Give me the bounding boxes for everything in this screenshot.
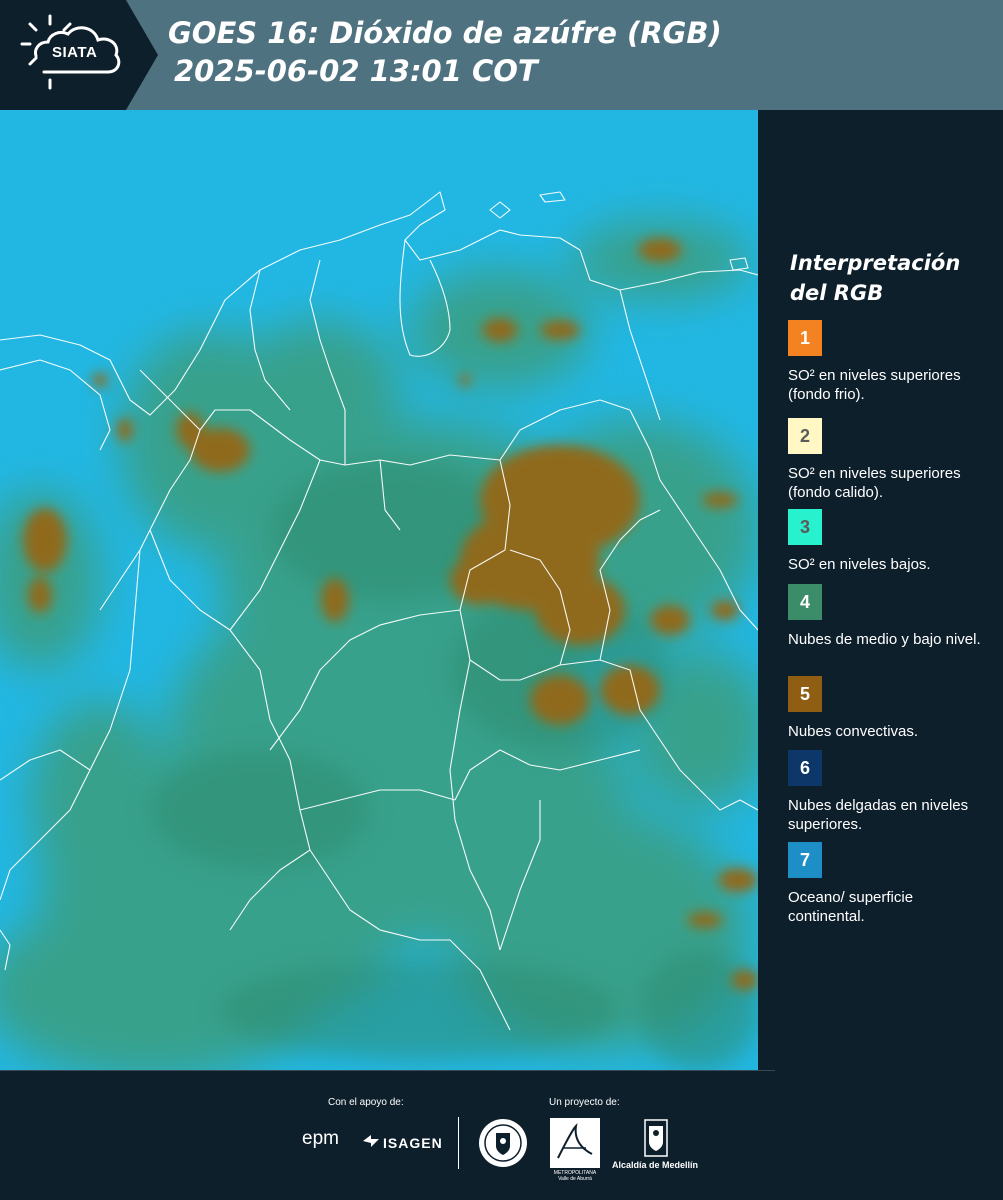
medellin-seal-icon [478,1118,528,1173]
footer-divider-line [0,1070,775,1071]
footer: Con el apoyo de: Un proyecto de: epm ISA… [0,1070,1003,1200]
area-metropolitana-logo [550,1118,600,1168]
legend-swatch-7: 7 [788,842,822,878]
legend-desc-3: SO² en niveles bajos. [788,556,931,573]
legend-panel: Interpretación del RGB 1 SO² en niveles … [758,110,1003,1070]
alcaldia-shield-icon [643,1118,669,1163]
legend-item-5: 5 Nubes convectivas. [788,676,988,741]
legend-swatch-5: 5 [788,676,822,712]
legend-title: Interpretación del RGB [790,251,961,305]
title-product: GOES 16: Dióxido de azúfre (RGB) [168,16,722,50]
siata-logo: SIATA [0,0,158,110]
title-datetime: 2025-06-02 13:01 COT [174,54,538,88]
logo-divider [458,1117,459,1169]
legend-item-7: 7 Oceano/ superficie continental. [788,842,988,926]
isagen-icon [361,1133,381,1154]
support-label: Con el apoyo de: [328,1097,404,1108]
legend-swatch-2: 2 [788,418,822,454]
project-label: Un proyecto de: [549,1097,620,1108]
header-bar: SIATA GOES 16: Dióxido de azúfre (RGB) 2… [0,0,1003,110]
legend-desc-2: SO² en niveles superiores (fondo calido)… [788,465,961,501]
epm-logo: epm [302,1128,339,1149]
area-metropolitana-caption: METROPOLITANA Valle de Aburrá [553,1170,597,1182]
legend-swatch-4: 4 [788,584,822,620]
legend-item-2: 2 SO² en niveles superiores (fondo calid… [788,418,988,502]
legend-desc-1: SO² en niveles superiores (fondo frio). [788,367,961,403]
legend-swatch-6: 6 [788,750,822,786]
legend-desc-4: Nubes de medio y bajo nivel. [788,631,981,648]
siata-logo-text: SIATA [52,44,98,61]
isagen-logo: ISAGEN [383,1135,443,1151]
legend-desc-6: Nubes delgadas en niveles superiores. [788,797,969,833]
legend-desc-7: Oceano/ superficie continental. [788,889,914,925]
legend-item-3: 3 SO² en niveles bajos. [788,509,988,574]
page-title: GOES 16: Dióxido de azúfre (RGB) 2025-06… [168,14,722,90]
legend-item-4: 4 Nubes de medio y bajo nivel. [788,584,988,649]
satellite-map[interactable] [0,110,758,1070]
legend-swatch-3: 3 [788,509,822,545]
legend-item-6: 6 Nubes delgadas en niveles superiores. [788,750,988,834]
legend-item-1: 1 SO² en niveles superiores (fondo frio)… [788,320,988,404]
alcaldia-text: Alcaldía de Medellín [612,1160,699,1170]
legend-swatch-1: 1 [788,320,822,356]
legend-desc-5: Nubes convectivas. [788,723,919,740]
